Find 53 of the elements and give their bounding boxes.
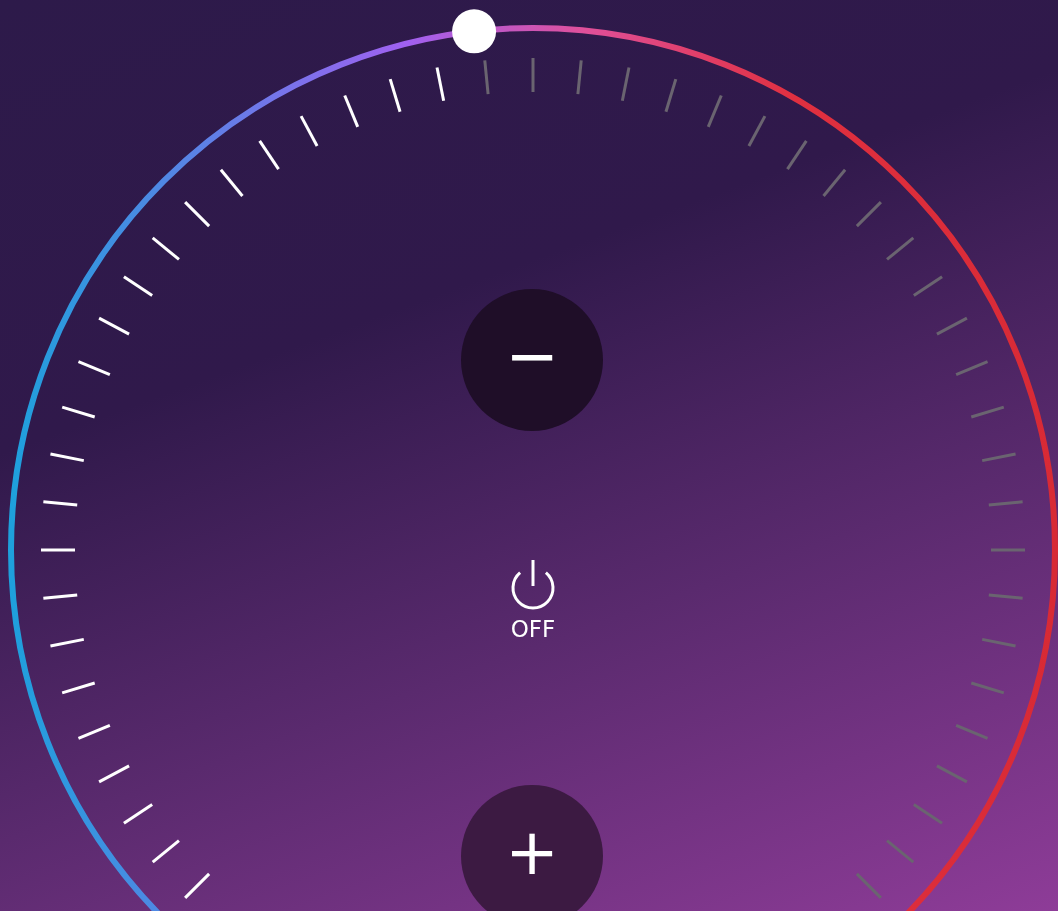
tick-mark [912,275,943,297]
tick-mark [483,60,490,95]
tick-mark [61,681,96,695]
tick-mark [61,405,96,419]
tick-mark [98,316,130,336]
dial-thumb[interactable] [452,9,497,54]
tick-mark [988,500,1023,507]
tick-mark [981,452,1016,463]
tick-mark [664,78,678,113]
decrease-button[interactable]: − [461,289,603,431]
tick-mark [77,360,111,377]
tick-mark [343,94,360,128]
tick-mark [620,67,631,102]
tick-mark [886,236,915,261]
tick-mark [184,201,211,228]
tick-mark [388,78,402,113]
tick-mark [50,452,85,463]
tick-mark [981,637,1016,648]
tick-mark [50,637,85,648]
tick-mark [970,681,1005,695]
tick-mark [98,764,130,784]
tick-mark [77,723,111,740]
tick-mark [936,316,968,336]
tick-mark [706,94,723,128]
tick-mark [822,168,847,197]
tick-mark [184,872,211,899]
tick-mark [43,500,78,507]
tick-mark [970,405,1005,419]
tick-mark [912,803,943,825]
tick-mark [151,839,180,864]
tick-mark [219,168,244,197]
tick-mark [299,115,319,147]
tick-mark [955,723,989,740]
tick-mark [123,803,154,825]
tick-mark [855,201,882,228]
tick-mark [41,548,75,552]
tick-mark [43,593,78,600]
tick-mark [531,58,535,92]
increase-button[interactable]: + [461,785,603,911]
tick-mark [123,275,154,297]
tick-mark [435,67,446,102]
tick-mark [258,140,280,171]
tick-mark [886,839,915,864]
tick-mark [991,548,1025,552]
tick-mark [747,115,767,147]
tick-mark [786,140,808,171]
tick-mark [576,60,583,95]
power-status-label: OFF [510,616,556,642]
tick-mark [936,764,968,784]
tick-mark [988,593,1023,600]
tick-mark [855,872,882,899]
tick-mark [955,360,989,377]
tick-mark [151,236,180,261]
